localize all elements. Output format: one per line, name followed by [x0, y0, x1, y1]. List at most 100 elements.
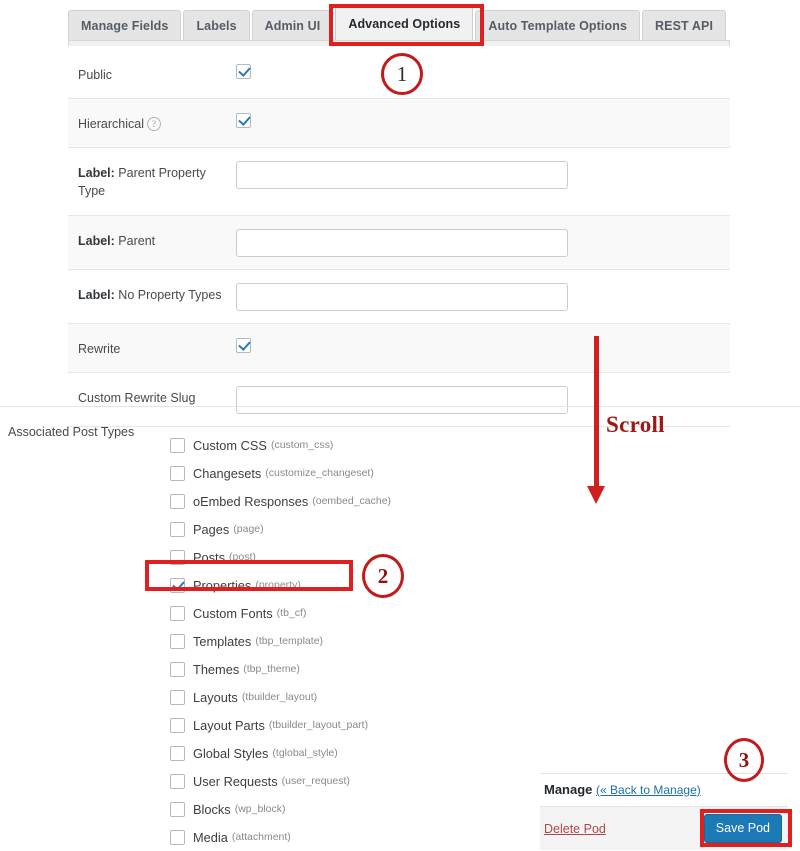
post-type-slug: (tbp_template)	[255, 635, 324, 647]
option-row-field	[236, 99, 730, 142]
tab-advanced-options[interactable]: Advanced Options	[335, 5, 474, 40]
post-type-slug: (customize_changeset)	[265, 467, 374, 479]
option-row-label: Label: Parent Property Type	[68, 148, 236, 214]
advanced-options-form: Public Hierarchical? Label: Parent Propert…	[68, 50, 730, 427]
option-row: Label: No Property Types	[68, 269, 730, 324]
tab-bar: Manage Fields Labels Admin UI Advanced Opti…	[68, 0, 730, 46]
option-row: Label: Parent	[68, 215, 730, 270]
post-type-checkbox[interactable]	[170, 437, 185, 453]
option-label-text: Public	[78, 68, 113, 82]
option-row-label: Public	[68, 50, 236, 98]
post-type-name: Properties	[193, 577, 252, 593]
post-type-checkbox[interactable]	[170, 633, 185, 649]
option-row-label: Label: No Property Types	[68, 270, 236, 318]
post-type-item[interactable]: Pages (page)	[170, 515, 391, 543]
manage-panel: Manage (« Back to Manage) Delete Pod Sav…	[540, 773, 788, 850]
option-label-text: No Property Types	[114, 287, 222, 302]
post-type-checkbox[interactable]	[170, 689, 185, 705]
step-marker-3: 3	[724, 738, 764, 782]
post-type-slug: (tbuilder_layout)	[241, 691, 318, 703]
scroll-arrow-icon	[587, 336, 605, 504]
option-row-label: Custom Rewrite Slug	[68, 373, 236, 421]
tab-auto-template-options[interactable]: Auto Template Options	[475, 9, 641, 40]
post-type-checkbox[interactable]	[170, 661, 185, 677]
post-type-item[interactable]: Blocks (wp_block)	[170, 795, 391, 823]
option-label-text: Rewrite	[78, 341, 121, 356]
save-pod-button[interactable]: Save Pod	[703, 814, 782, 843]
option-label-prefix: Label:	[78, 287, 115, 302]
section-divider	[0, 406, 800, 407]
post-type-item[interactable]: Global Styles (tglobal_style)	[170, 739, 391, 767]
option-text-input[interactable]	[236, 282, 568, 311]
post-type-checkbox[interactable]	[170, 521, 185, 537]
post-type-checkbox[interactable]	[170, 745, 185, 761]
post-type-item[interactable]: Changesets (customize_changeset)	[170, 459, 391, 487]
post-type-item[interactable]: Layout Parts (tbuilder_layout_part)	[170, 711, 391, 739]
associated-post-types-list: Custom CSS (custom_css) Changesets (customi…	[170, 431, 391, 851]
post-type-checkbox[interactable]	[170, 773, 185, 789]
post-type-name: Layouts	[193, 689, 238, 705]
post-type-item[interactable]: Properties (property)	[170, 571, 391, 599]
tab-bar-underline	[68, 40, 730, 46]
tab-manage-fields[interactable]: Manage Fields	[68, 9, 182, 40]
post-type-name: Posts	[193, 549, 226, 565]
option-checkbox[interactable]	[236, 64, 251, 80]
post-type-item[interactable]: Posts (post)	[170, 543, 391, 571]
post-type-item[interactable]: Custom CSS (custom_css)	[170, 431, 391, 459]
post-type-name: Global Styles	[193, 745, 269, 761]
option-row-field	[236, 148, 730, 201]
post-type-checkbox[interactable]	[170, 801, 185, 817]
option-text-input[interactable]	[236, 385, 568, 414]
manage-title: Manage	[544, 782, 593, 797]
scroll-annotation-label: Scroll	[606, 412, 665, 437]
post-type-checkbox[interactable]	[170, 493, 185, 509]
option-label-prefix: Label:	[78, 166, 115, 181]
post-type-slug: (oembed_cache)	[312, 495, 392, 507]
post-type-name: oEmbed Responses	[193, 493, 309, 509]
tab-labels[interactable]: Labels	[183, 9, 250, 40]
option-checkbox[interactable]	[236, 113, 251, 129]
post-type-name: User Requests	[193, 773, 278, 789]
option-label-prefix: Label:	[78, 233, 115, 248]
post-type-slug: (user_request)	[281, 775, 350, 787]
post-type-checkbox[interactable]	[170, 549, 185, 565]
tab-rest-api[interactable]: REST API	[642, 9, 727, 40]
manage-panel-footer: Delete Pod Save Pod	[540, 806, 788, 850]
post-type-checkbox[interactable]	[170, 465, 185, 481]
option-text-input[interactable]	[236, 161, 568, 190]
post-type-checkbox[interactable]	[170, 717, 185, 733]
post-type-item[interactable]: Themes (tbp_theme)	[170, 655, 391, 683]
post-type-slug: (custom_css)	[270, 439, 334, 451]
post-type-item[interactable]: oEmbed Responses (oembed_cache)	[170, 487, 391, 515]
post-type-item[interactable]: Layouts (tbuilder_layout)	[170, 683, 391, 711]
post-type-item[interactable]: User Requests (user_request)	[170, 767, 391, 795]
post-type-slug: (wp_block)	[234, 803, 286, 815]
option-label-text: Hierarchical	[78, 117, 144, 132]
post-type-slug: (tbuilder_layout_part)	[268, 719, 369, 731]
option-row-field	[236, 324, 730, 367]
option-row-field	[236, 216, 730, 269]
post-type-item[interactable]: Media (attachment)	[170, 823, 391, 851]
back-to-manage-link[interactable]: (« Back to Manage)	[596, 783, 701, 797]
post-type-checkbox[interactable]	[170, 605, 185, 621]
option-row: Hierarchical?	[68, 99, 730, 149]
post-type-name: Changesets	[193, 465, 262, 481]
post-type-slug: (attachment)	[231, 831, 291, 843]
post-type-checkbox[interactable]	[170, 829, 185, 845]
post-type-checkbox[interactable]	[170, 577, 185, 593]
post-type-item[interactable]: Custom Fonts (tb_cf)	[170, 599, 391, 627]
post-type-name: Blocks	[193, 801, 231, 817]
tab-admin-ui[interactable]: Admin UI	[251, 9, 334, 40]
help-icon[interactable]: ?	[147, 117, 161, 132]
option-checkbox[interactable]	[236, 337, 251, 353]
delete-pod-link[interactable]: Delete Pod	[544, 822, 606, 836]
post-type-item[interactable]: Templates (tbp_template)	[170, 627, 391, 655]
option-label-text: Custom Rewrite Slug	[78, 390, 196, 405]
option-row: Rewrite	[68, 323, 730, 373]
post-type-name: Themes	[193, 661, 240, 677]
option-text-input[interactable]	[236, 228, 568, 257]
post-type-name: Layout Parts	[193, 717, 265, 733]
post-type-slug: (tglobal_style)	[272, 747, 338, 759]
post-type-slug: (property)	[255, 579, 301, 591]
option-row-label: Rewrite	[68, 324, 236, 372]
